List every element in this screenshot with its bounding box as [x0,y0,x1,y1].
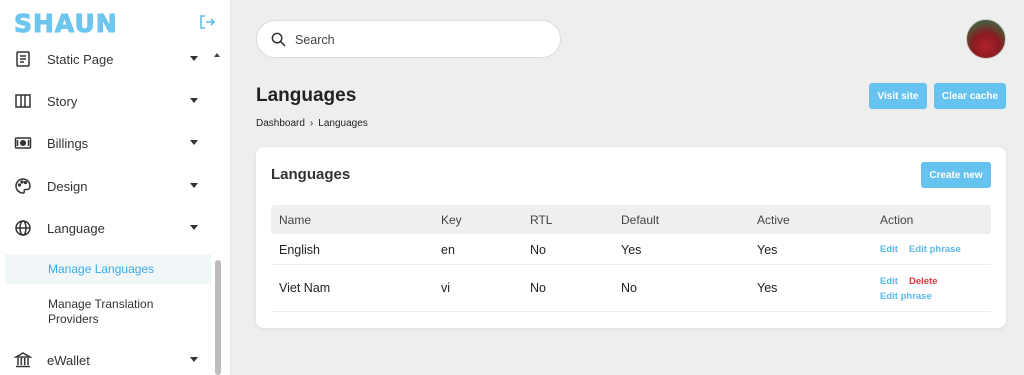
columns-icon [15,94,31,108]
sidebar-item-billings[interactable]: Billings [0,123,213,163]
cell-rtl: No [530,281,546,295]
sidebar-item-label: eWallet [47,352,90,368]
cell-default: Yes [621,243,642,257]
sidebar-item-label: Design [47,178,88,194]
chevron-down-icon [190,56,198,61]
edit-link[interactable]: Edit [880,244,898,255]
sidebar-item-design[interactable]: Design [0,166,213,206]
column-header-default: Default [621,213,660,227]
document-icon [16,51,30,67]
card-title: Languages [271,166,351,183]
cell-name: Viet Nam [279,281,331,295]
cell-active: Yes [757,281,778,295]
delete-link[interactable]: Delete [909,276,938,287]
sidebar-subitem-manage-languages[interactable]: Manage Languages [5,254,211,284]
languages-card: Languages Create new Name Key RTL Defaul… [256,147,1006,328]
money-icon [14,137,32,149]
sidebar-item-story[interactable]: Story [0,81,213,121]
clear-cache-button[interactable]: Clear cache [934,83,1006,109]
visit-site-button[interactable]: Visit site [869,83,927,109]
sidebar-subitem-manage-translation-providers[interactable]: Manage Translation Providers [5,292,211,332]
chevron-down-icon [190,183,198,188]
table-row: English en No Yes Yes Edit Edit phrase [271,234,991,265]
search-icon [271,32,286,47]
breadcrumb-current: Languages [318,118,368,129]
cell-active: Yes [757,243,778,257]
column-header-rtl: RTL [530,213,553,227]
sidebar-item-static-page[interactable]: Static Page [0,39,213,79]
edit-link[interactable]: Edit [880,276,898,287]
cell-key: vi [441,281,451,295]
scroll-up-arrow-icon[interactable] [214,53,220,57]
create-new-button[interactable]: Create new [921,162,991,188]
column-header-name: Name [279,213,312,227]
globe-icon [15,220,31,236]
sidebar-subitem-label: Manage Languages [48,261,155,276]
cell-name: English [279,243,320,257]
cell-key: en [441,243,455,257]
search-bar [256,20,561,58]
column-header-action: Action [880,213,914,227]
breadcrumb-dashboard[interactable]: Dashboard [256,118,305,129]
app-logo[interactable]: SHAUN [14,9,118,39]
sidebar-item-language[interactable]: Language [0,208,213,248]
cell-rtl: No [530,243,546,257]
sidebar-item-label: Static Page [47,51,114,67]
search-input[interactable] [295,30,545,50]
sidebar-item-label: Billings [47,135,89,151]
breadcrumb: Dashboard › Languages [256,118,368,129]
chevron-right-icon: › [309,118,314,129]
column-header-active: Active [757,213,790,227]
page-title: Languages [256,85,357,106]
edit-phrase-link[interactable]: Edit phrase [880,291,932,302]
chevron-down-icon [190,140,198,145]
sidebar: SHAUN Static Page Story Billings Design … [0,0,231,375]
edit-phrase-link[interactable]: Edit phrase [909,244,961,255]
table-header: Name Key RTL Default Active Action [271,205,991,234]
sidebar-item-label: Story [47,93,78,109]
palette-icon [15,178,31,194]
cell-default: No [621,281,637,295]
bank-icon [14,352,32,368]
chevron-down-icon [190,357,198,362]
table-row: Viet Nam vi No No Yes Edit Delete Edit p… [271,265,991,312]
chevron-down-icon [190,98,198,103]
sidebar-item-label: Language [47,220,105,236]
chevron-down-icon [190,225,198,230]
sidebar-scrollbar[interactable] [215,260,221,375]
sidebar-subitem-label: Manage Translation Providers [48,297,154,326]
sidebar-item-ewallet[interactable]: eWallet [0,340,213,375]
logout-icon[interactable] [198,13,216,31]
column-header-key: Key [441,213,462,227]
avatar[interactable] [966,19,1006,59]
